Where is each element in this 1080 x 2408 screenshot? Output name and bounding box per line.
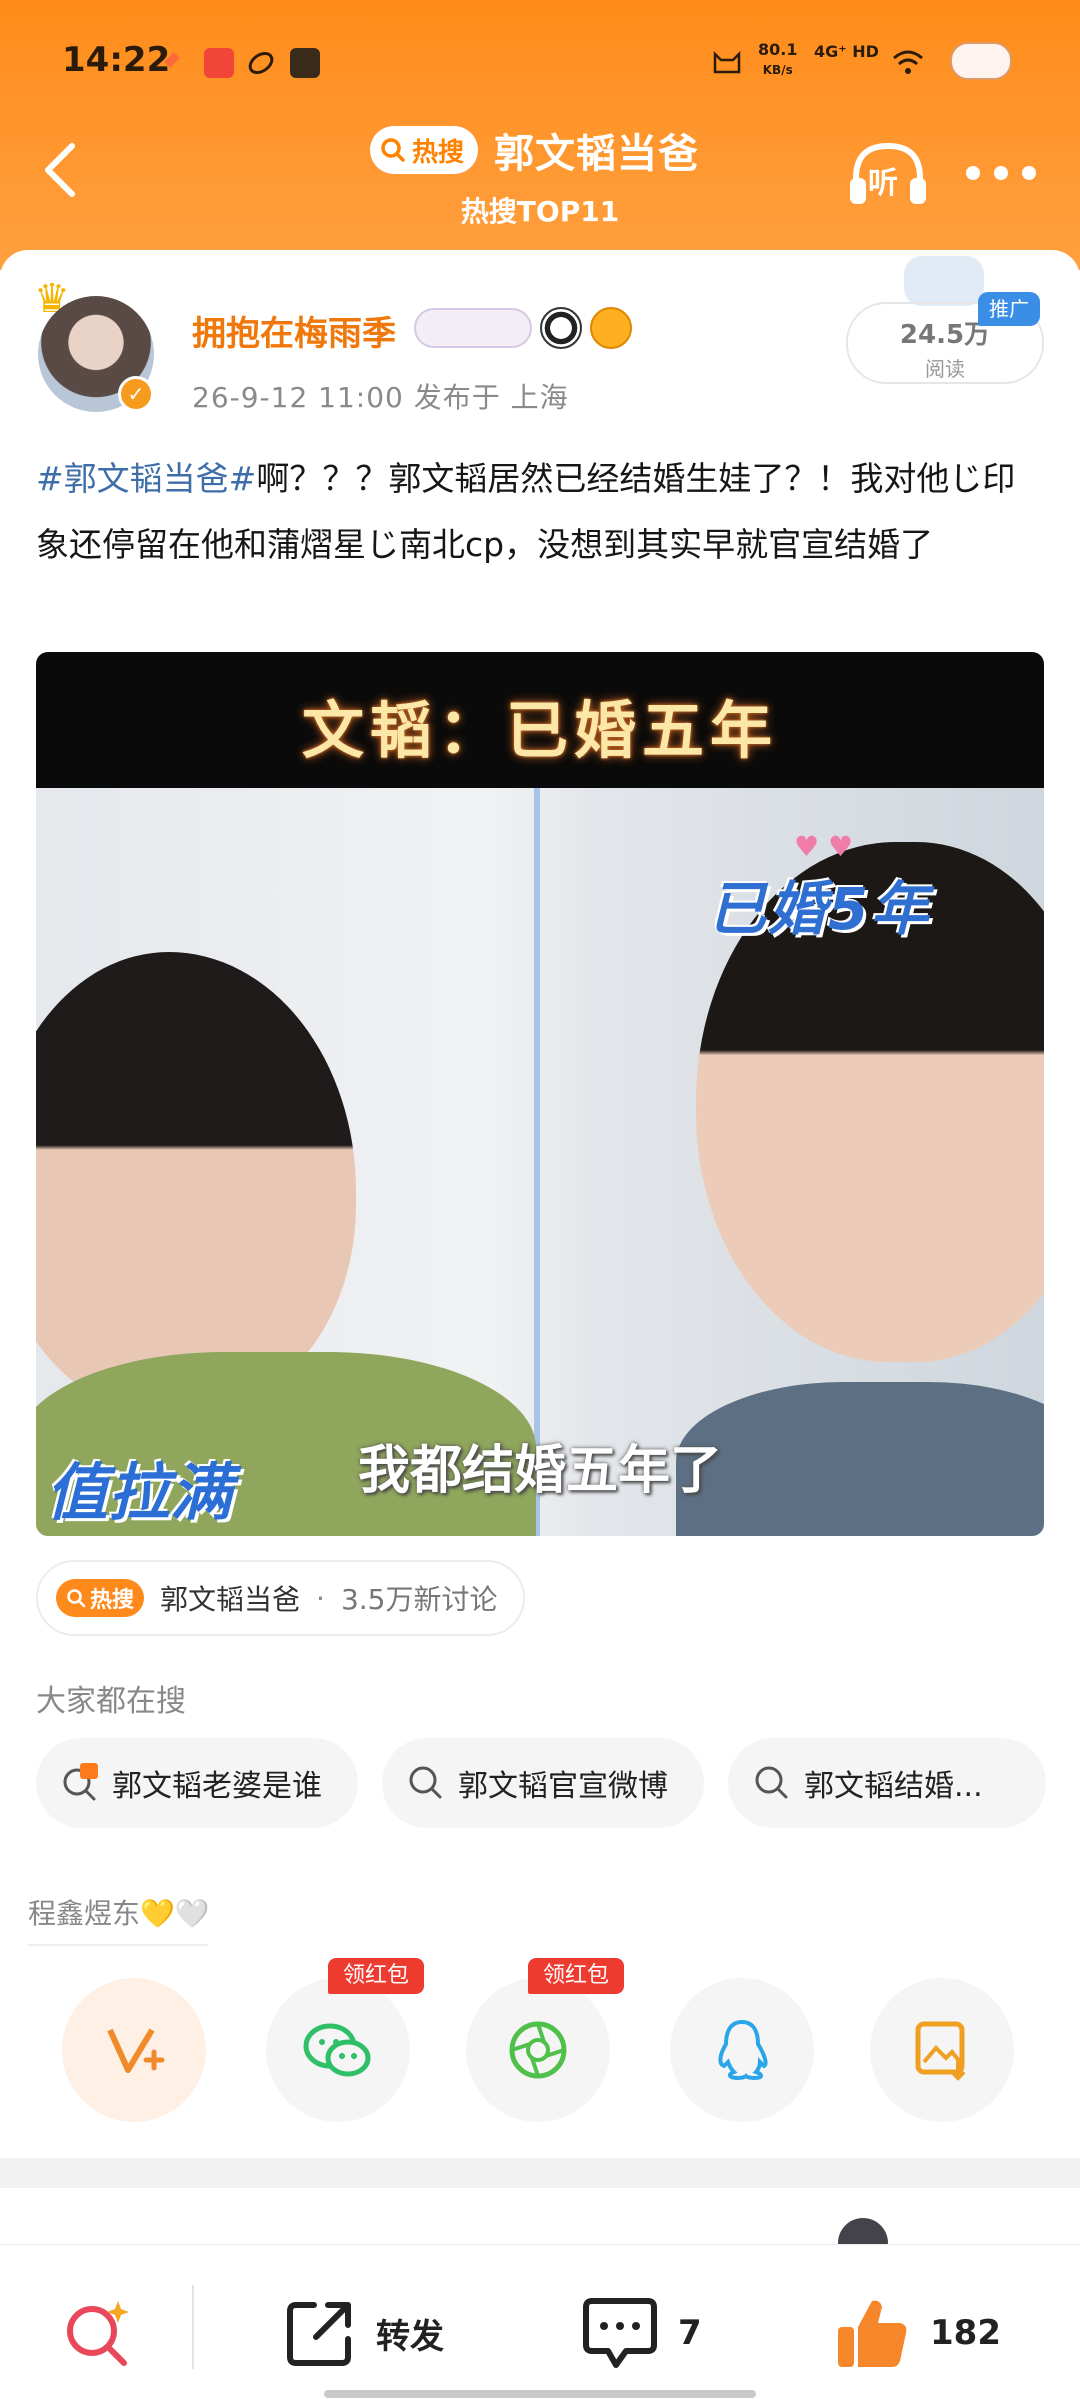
share-friend-name: 程鑫煜东💛🤍 — [28, 1897, 210, 1930]
hot-topic-chip[interactable]: 热搜 郭文韬当爸 · 3.5万新讨论 — [36, 1560, 526, 1636]
page-title-group[interactable]: 热搜 郭文韬当爸 — [370, 118, 699, 182]
related-searches: 郭文韬老婆是谁 郭文韬官宣微博 郭文韬结婚... — [36, 1738, 1046, 1828]
repost-label: 转发 — [376, 2316, 444, 2357]
red-packet-badge: 领红包 — [328, 1958, 424, 1994]
dot-icon — [994, 166, 1008, 180]
wechat-share-button[interactable] — [266, 1978, 410, 2122]
signal-indicator: 4G⁺ HD — [814, 42, 879, 61]
battery-icon — [950, 42, 1012, 80]
section-divider — [0, 2158, 1080, 2188]
hot-search-badge: 热搜 — [370, 126, 479, 174]
rabbit-decoration-icon — [904, 256, 984, 306]
qq-share-button[interactable] — [670, 1978, 814, 2122]
red-packet-badge: 领红包 — [528, 1958, 624, 1994]
fish-badge-icon — [590, 307, 632, 349]
divider — [192, 2285, 194, 2369]
post-meta: 26-9-12 11:00 发布于 上海 — [192, 381, 569, 414]
hot-search-label: 热搜 — [90, 1588, 135, 1613]
more-options-button[interactable] — [966, 158, 1036, 188]
related-search-text: 郭文韬老婆是谁 — [112, 1769, 322, 1804]
top-header: 14:22 80.1 KB/s 4G⁺ HD 热搜 郭文韬当爸 热搜TOP11 … — [0, 0, 1080, 270]
wifi-icon — [893, 50, 923, 74]
sparkle-search-icon — [67, 2301, 129, 2366]
vplus-icon — [107, 2028, 165, 2073]
like-button[interactable]: 182 — [832, 2293, 1001, 2373]
post-hashtag[interactable]: #郭文韬当爸# — [36, 459, 256, 498]
like-count: 182 — [930, 2313, 1001, 2353]
share-arrow-icon — [287, 2302, 351, 2366]
related-search-chip[interactable]: 郭文韬老婆是谁 — [36, 1738, 358, 1828]
image-subtitle: 我都结婚五年了 — [357, 1441, 722, 1501]
panda-badge-icon — [540, 307, 582, 349]
promo-badge: 推广 — [978, 292, 1040, 326]
page-title: 郭文韬当爸 — [494, 131, 700, 177]
status-bar: 14:22 80.1 KB/s 4G⁺ HD — [0, 0, 1080, 120]
net-speed-value: 80.1 — [758, 40, 798, 59]
cat-card-badge-icon — [414, 308, 532, 348]
save-image-icon — [915, 2021, 966, 2081]
save-image-button[interactable] — [870, 1978, 1014, 2122]
moments-icon — [509, 2021, 567, 2079]
search-icon — [67, 1589, 86, 1608]
image-sticker-married: 已婚5年 — [708, 875, 931, 943]
moments-share-button[interactable] — [466, 1978, 610, 2122]
search-button[interactable] — [58, 2293, 138, 2373]
comment-count: 7 — [678, 2313, 702, 2353]
bottom-action-bar: 转发 7 182 — [0, 2244, 1080, 2408]
listen-label: 听 — [868, 166, 898, 201]
hearts-icon: ♥ ♥ — [794, 830, 854, 863]
net-speed: 80.1 KB/s — [758, 40, 797, 80]
username[interactable]: 拥抱在梅雨季 — [192, 306, 396, 355]
verified-badge-icon: ✓ — [118, 376, 154, 412]
image-divider — [534, 788, 540, 1536]
hot-search-label: 热搜 — [412, 137, 465, 168]
status-time: 14:22 — [62, 40, 171, 80]
mango-tv-icon — [204, 48, 234, 78]
search-icon — [381, 138, 405, 162]
comment-button[interactable]: 7 — [580, 2293, 702, 2373]
related-search-chip[interactable]: 郭文韬官宣微博 — [382, 1738, 704, 1828]
qq-icon — [718, 2019, 768, 2081]
related-search-text: 郭文韬结婚... — [804, 1769, 983, 1804]
wechat-icon — [303, 2023, 371, 2077]
post-text: #郭文韬当爸#啊？？？郭文韬居然已经结婚生娃了？！我对他じ印象还停留在他和蒲熠星… — [36, 446, 1046, 578]
topic-name: 郭文韬当爸 — [160, 1583, 301, 1616]
user-badges — [414, 306, 632, 350]
read-count-label: 阅读 — [925, 357, 965, 381]
search-icon — [409, 1766, 442, 1799]
link-icon — [246, 48, 276, 78]
related-search-text: 郭文韬官宣微博 — [458, 1769, 668, 1804]
comment-icon — [583, 2298, 657, 2368]
search-icon — [755, 1766, 788, 1799]
net-speed-unit: KB/s — [762, 63, 793, 77]
image-top-caption: 文韬：已婚五年 — [301, 694, 778, 767]
thumbs-up-icon — [838, 2300, 907, 2367]
topic-discussions: 3.5万新讨论 — [340, 1583, 498, 1616]
vplus-share-button[interactable] — [62, 1978, 206, 2122]
dot-icon — [1022, 166, 1036, 180]
hot-search-badge: 热搜 — [56, 1579, 145, 1617]
home-indicator[interactable] — [324, 2390, 756, 2398]
repost-button[interactable]: 转发 — [282, 2293, 444, 2373]
related-searches-label: 大家都在搜 — [36, 1684, 186, 1719]
post-image[interactable]: 文韬：已婚五年 ♥ ♥ 已婚5年 值拉满 我都结婚五年了 — [36, 652, 1044, 1536]
share-options: 领红包 领红包 — [62, 1958, 1022, 2122]
cat-icon — [713, 50, 741, 74]
divider — [28, 1944, 208, 1946]
dot-icon — [966, 166, 980, 180]
mail-icon — [290, 48, 320, 78]
app-notification-icon — [160, 48, 190, 78]
hot-search-icon — [63, 1763, 98, 1801]
topic-separator: · — [316, 1581, 325, 1615]
related-search-chip[interactable]: 郭文韬结婚... — [728, 1738, 1046, 1828]
